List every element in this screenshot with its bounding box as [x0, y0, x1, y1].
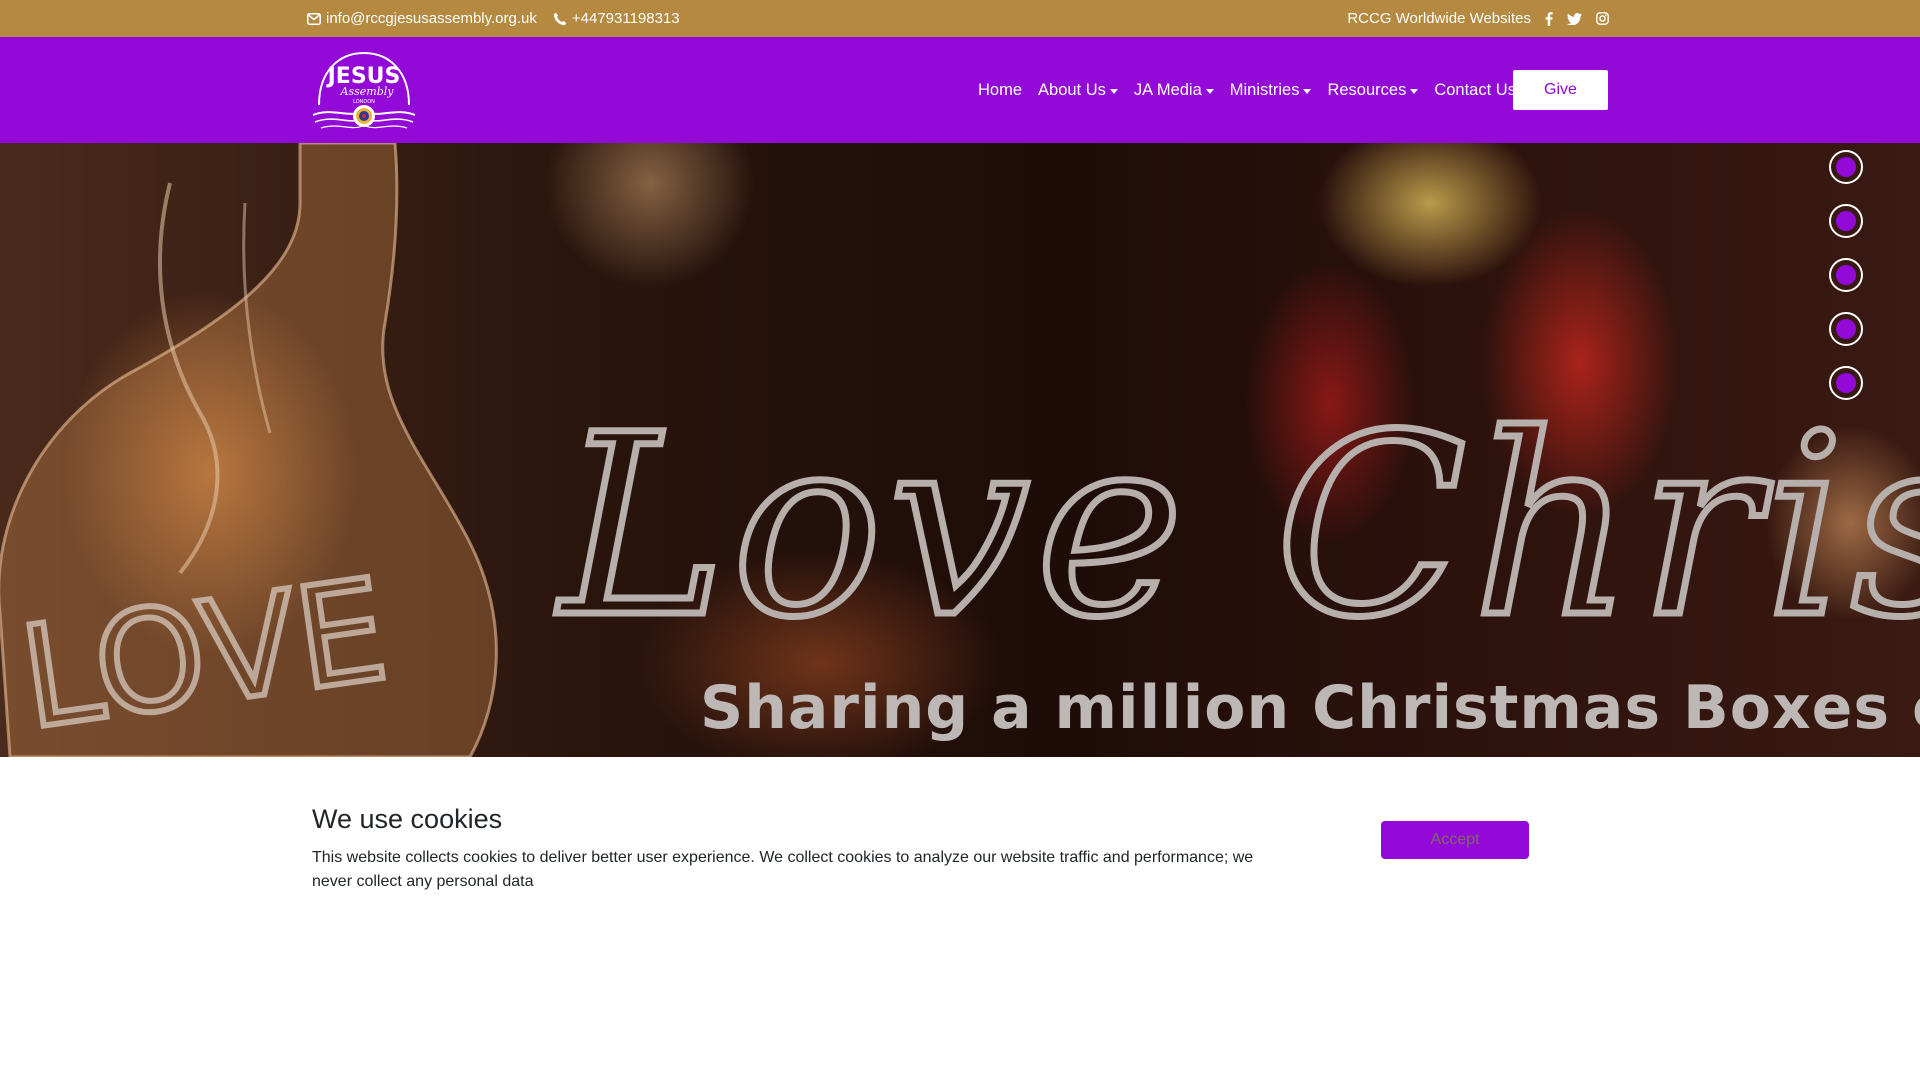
nav-about-us-label: About Us: [1038, 80, 1106, 99]
slider-dot-1[interactable]: [1829, 150, 1863, 184]
slider-dot-5[interactable]: [1829, 366, 1863, 400]
phone-text: +447931198313: [571, 10, 680, 27]
main-nav: Home About Us JA Media Ministries Resour…: [970, 37, 1524, 143]
caret-down-icon: [1205, 88, 1214, 94]
hero-slider: LOVE Love Christmas Sharing a million Ch…: [0, 143, 1920, 757]
nav-resources-label: Resources: [1327, 80, 1407, 99]
slider-dot-2[interactable]: [1829, 204, 1863, 238]
logo-subtitle: Assembly: [340, 85, 395, 98]
caret-down-icon: [1303, 88, 1312, 94]
contact-info: info@rccgjesusassembly.org.uk +447931198…: [307, 0, 680, 37]
instagram-icon[interactable]: [1596, 12, 1609, 25]
slider-dot-4[interactable]: [1829, 312, 1863, 346]
nav-home[interactable]: Home: [970, 81, 1030, 100]
nav-contact-us-label: Contact Us: [1434, 80, 1516, 99]
top-bar: info@rccgjesusassembly.org.uk +447931198…: [0, 0, 1920, 37]
slider-dot-3[interactable]: [1829, 258, 1863, 292]
caret-down-icon: [1109, 88, 1118, 94]
facebook-icon[interactable]: [1545, 11, 1553, 26]
nav-resources[interactable]: Resources: [1319, 81, 1426, 100]
slider-dots: [1829, 150, 1863, 420]
nav-ministries[interactable]: Ministries: [1222, 81, 1320, 100]
nav-ministries-label: Ministries: [1229, 80, 1300, 99]
phone-link[interactable]: +447931198313: [553, 10, 680, 27]
nav-ja-media-label: JA Media: [1133, 80, 1202, 99]
accept-cookies-button[interactable]: Accept: [1381, 821, 1529, 859]
email-text: info@rccgjesusassembly.org.uk: [326, 10, 537, 27]
worldwide-websites-link[interactable]: RCCG Worldwide Websites: [1347, 10, 1531, 27]
logo-location: LONDON: [353, 99, 375, 105]
hero-image: LOVE Love Christmas: [0, 143, 1920, 757]
nav-ja-media[interactable]: JA Media: [1126, 81, 1222, 100]
cookie-message: This website collects cookies to deliver…: [312, 849, 1254, 890]
envelope-icon: [307, 12, 321, 25]
phone-icon: [553, 12, 567, 26]
give-button[interactable]: Give: [1513, 70, 1608, 110]
hero-script-text: Love Christmas: [556, 381, 1920, 672]
caret-down-icon: [1410, 88, 1419, 94]
hero-subtitle: Sharing a million Christmas Boxes of: [700, 673, 1920, 743]
nav-about-us[interactable]: About Us: [1030, 81, 1126, 100]
topbar-right: RCCG Worldwide Websites: [1347, 0, 1609, 37]
nav-home-label: Home: [978, 80, 1023, 99]
main-navbar: JESUS Assembly LONDON Home About Us JA M…: [0, 37, 1920, 143]
twitter-icon[interactable]: [1567, 12, 1582, 25]
jesus-assembly-logo[interactable]: JESUS Assembly LONDON: [311, 49, 417, 133]
email-link[interactable]: info@rccgjesusassembly.org.uk: [307, 10, 537, 27]
nav-contact-us[interactable]: Contact Us: [1426, 81, 1524, 100]
